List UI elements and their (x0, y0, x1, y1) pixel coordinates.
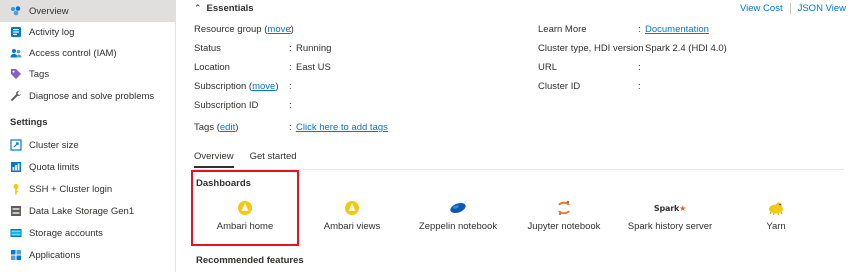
sidebar-item-label: Storage accounts (29, 227, 103, 239)
essentials-toggle[interactable]: ⌃ Essentials (194, 3, 254, 14)
storage-accounts-icon (10, 227, 22, 239)
dashboard-ambari-views[interactable]: Ambari views (302, 200, 402, 232)
dashboard-zeppelin[interactable]: Zeppelin notebook (408, 200, 508, 232)
sidebar-item-label: Cluster size (29, 139, 79, 151)
json-view-link[interactable]: JSON View (798, 3, 846, 14)
sidebar-item-label: Access control (IAM) (29, 47, 117, 59)
ambari-views-icon (302, 200, 402, 216)
sidebar-item-data-lake[interactable]: Data Lake Storage Gen1 (0, 200, 175, 222)
prop-value: Spark 2.4 (HDI 4.0) (645, 43, 727, 54)
ambari-icon (195, 200, 295, 216)
storage-icon (10, 205, 22, 217)
prop-colon: : (289, 62, 292, 73)
sidebar-item-label: Activity log (29, 26, 75, 38)
sidebar-item-tags[interactable]: Tags (0, 63, 175, 85)
prop-colon: : (289, 81, 292, 92)
recommended-features-title: Recommended features (196, 255, 304, 266)
zeppelin-icon (408, 200, 508, 216)
sidebar-item-cluster-size[interactable]: Cluster size (0, 134, 175, 156)
sidebar-item-label: Tags (29, 68, 50, 80)
prop-label: Location (194, 62, 230, 73)
tag-icon (10, 68, 22, 80)
add-tags-link[interactable]: Click here to add tags (296, 122, 388, 133)
prop-label: Cluster type, HDI version (538, 43, 644, 54)
move-resource-group-link[interactable]: move (267, 24, 290, 35)
prop-colon: : (638, 62, 641, 73)
prop-label: URL (538, 62, 558, 73)
sidebar-item-overview[interactable]: Overview (0, 0, 175, 22)
prop-label: Subscription (194, 81, 247, 92)
dashboards-title: Dashboards (196, 178, 251, 189)
sidebar-item-label: Quota limits (29, 161, 80, 173)
sidebar-item-access-control[interactable]: Access control (IAM) (0, 42, 175, 64)
prop-colon: : (638, 81, 641, 92)
prop-colon: : (638, 24, 641, 35)
dashboard-label: Jupyter notebook (527, 221, 601, 232)
sidebar-item-label: Data Lake Storage Gen1 (29, 205, 135, 217)
view-cost-link[interactable]: View Cost (740, 3, 783, 14)
sidebar-item-label: Diagnose and solve problems (29, 90, 155, 102)
sidebar-item-activity-log[interactable]: Activity log (0, 21, 175, 43)
tab-bar: Overview Get started (194, 151, 313, 168)
prop-label: Tags (194, 122, 215, 133)
dashboard-spark-history[interactable]: Spark★ Spark history server (620, 200, 720, 233)
yarn-icon (726, 200, 826, 216)
sidebar-item-label: Overview (29, 5, 69, 17)
sidebar: Overview Activity log Access control (IA… (0, 0, 176, 272)
sidebar-item-storage-accounts[interactable]: Storage accounts (0, 222, 175, 244)
dashboard-label: Zeppelin notebook (418, 221, 498, 232)
sidebar-item-ssh-login[interactable]: SSH + Cluster login (0, 178, 175, 200)
tab-overview[interactable]: Overview (194, 151, 234, 168)
prop-value: Running (296, 43, 332, 54)
cloud-cluster-icon (10, 5, 22, 17)
documentation-link[interactable]: Documentation (645, 24, 709, 35)
prop-label: Subscription ID (194, 100, 259, 111)
edit-tags-link[interactable]: edit (220, 122, 235, 133)
applications-icon (10, 249, 22, 261)
sidebar-item-applications[interactable]: Applications (0, 244, 175, 266)
essentials-title: Essentials (206, 3, 254, 14)
spark-icon: Spark★ (653, 203, 687, 213)
activity-log-icon (10, 26, 22, 38)
prop-value: East US (296, 62, 331, 73)
move-subscription-link[interactable]: move (252, 81, 275, 92)
sidebar-item-label: Applications (29, 249, 81, 261)
prop-colon: : (289, 43, 292, 54)
main-content: ⌃ Essentials View Cost JSON View Resourc… (177, 0, 852, 272)
dashboard-label: Ambari views (323, 221, 381, 232)
dashboard-jupyter[interactable]: Jupyter notebook (514, 200, 614, 232)
prop-label: Learn More (538, 24, 587, 35)
tab-get-started[interactable]: Get started (250, 151, 297, 168)
sidebar-item-diagnose[interactable]: Diagnose and solve problems (0, 85, 175, 107)
prop-label: Status (194, 43, 221, 54)
sidebar-item-quota-limits[interactable]: Quota limits (0, 156, 175, 178)
divider (789, 3, 791, 14)
sidebar-section-settings: Settings (10, 117, 48, 128)
prop-colon: : (638, 43, 641, 54)
jupyter-icon (514, 200, 614, 216)
prop-colon: : (289, 122, 292, 133)
prop-colon: : (289, 24, 292, 35)
dashboard-ambari-home[interactable]: Ambari home (195, 200, 295, 232)
top-links: View Cost JSON View (740, 3, 846, 14)
spark-logo-text: Spark (653, 203, 680, 213)
dashboard-label: Yarn (766, 221, 786, 232)
chevron-up-icon: ⌃ (194, 3, 202, 13)
sidebar-item-label: SSH + Cluster login (29, 183, 113, 195)
quota-icon (10, 161, 22, 173)
wrench-icon (10, 90, 22, 102)
resize-icon (10, 139, 22, 151)
people-icon (10, 47, 22, 59)
dashboard-label: Ambari home (216, 221, 274, 232)
key-icon (10, 183, 22, 195)
prop-colon: : (289, 100, 292, 111)
prop-label: Resource group (194, 24, 262, 35)
prop-label: Cluster ID (538, 81, 581, 92)
dashboard-yarn[interactable]: Yarn (726, 200, 826, 232)
dashboard-label: Spark history server (627, 221, 713, 232)
